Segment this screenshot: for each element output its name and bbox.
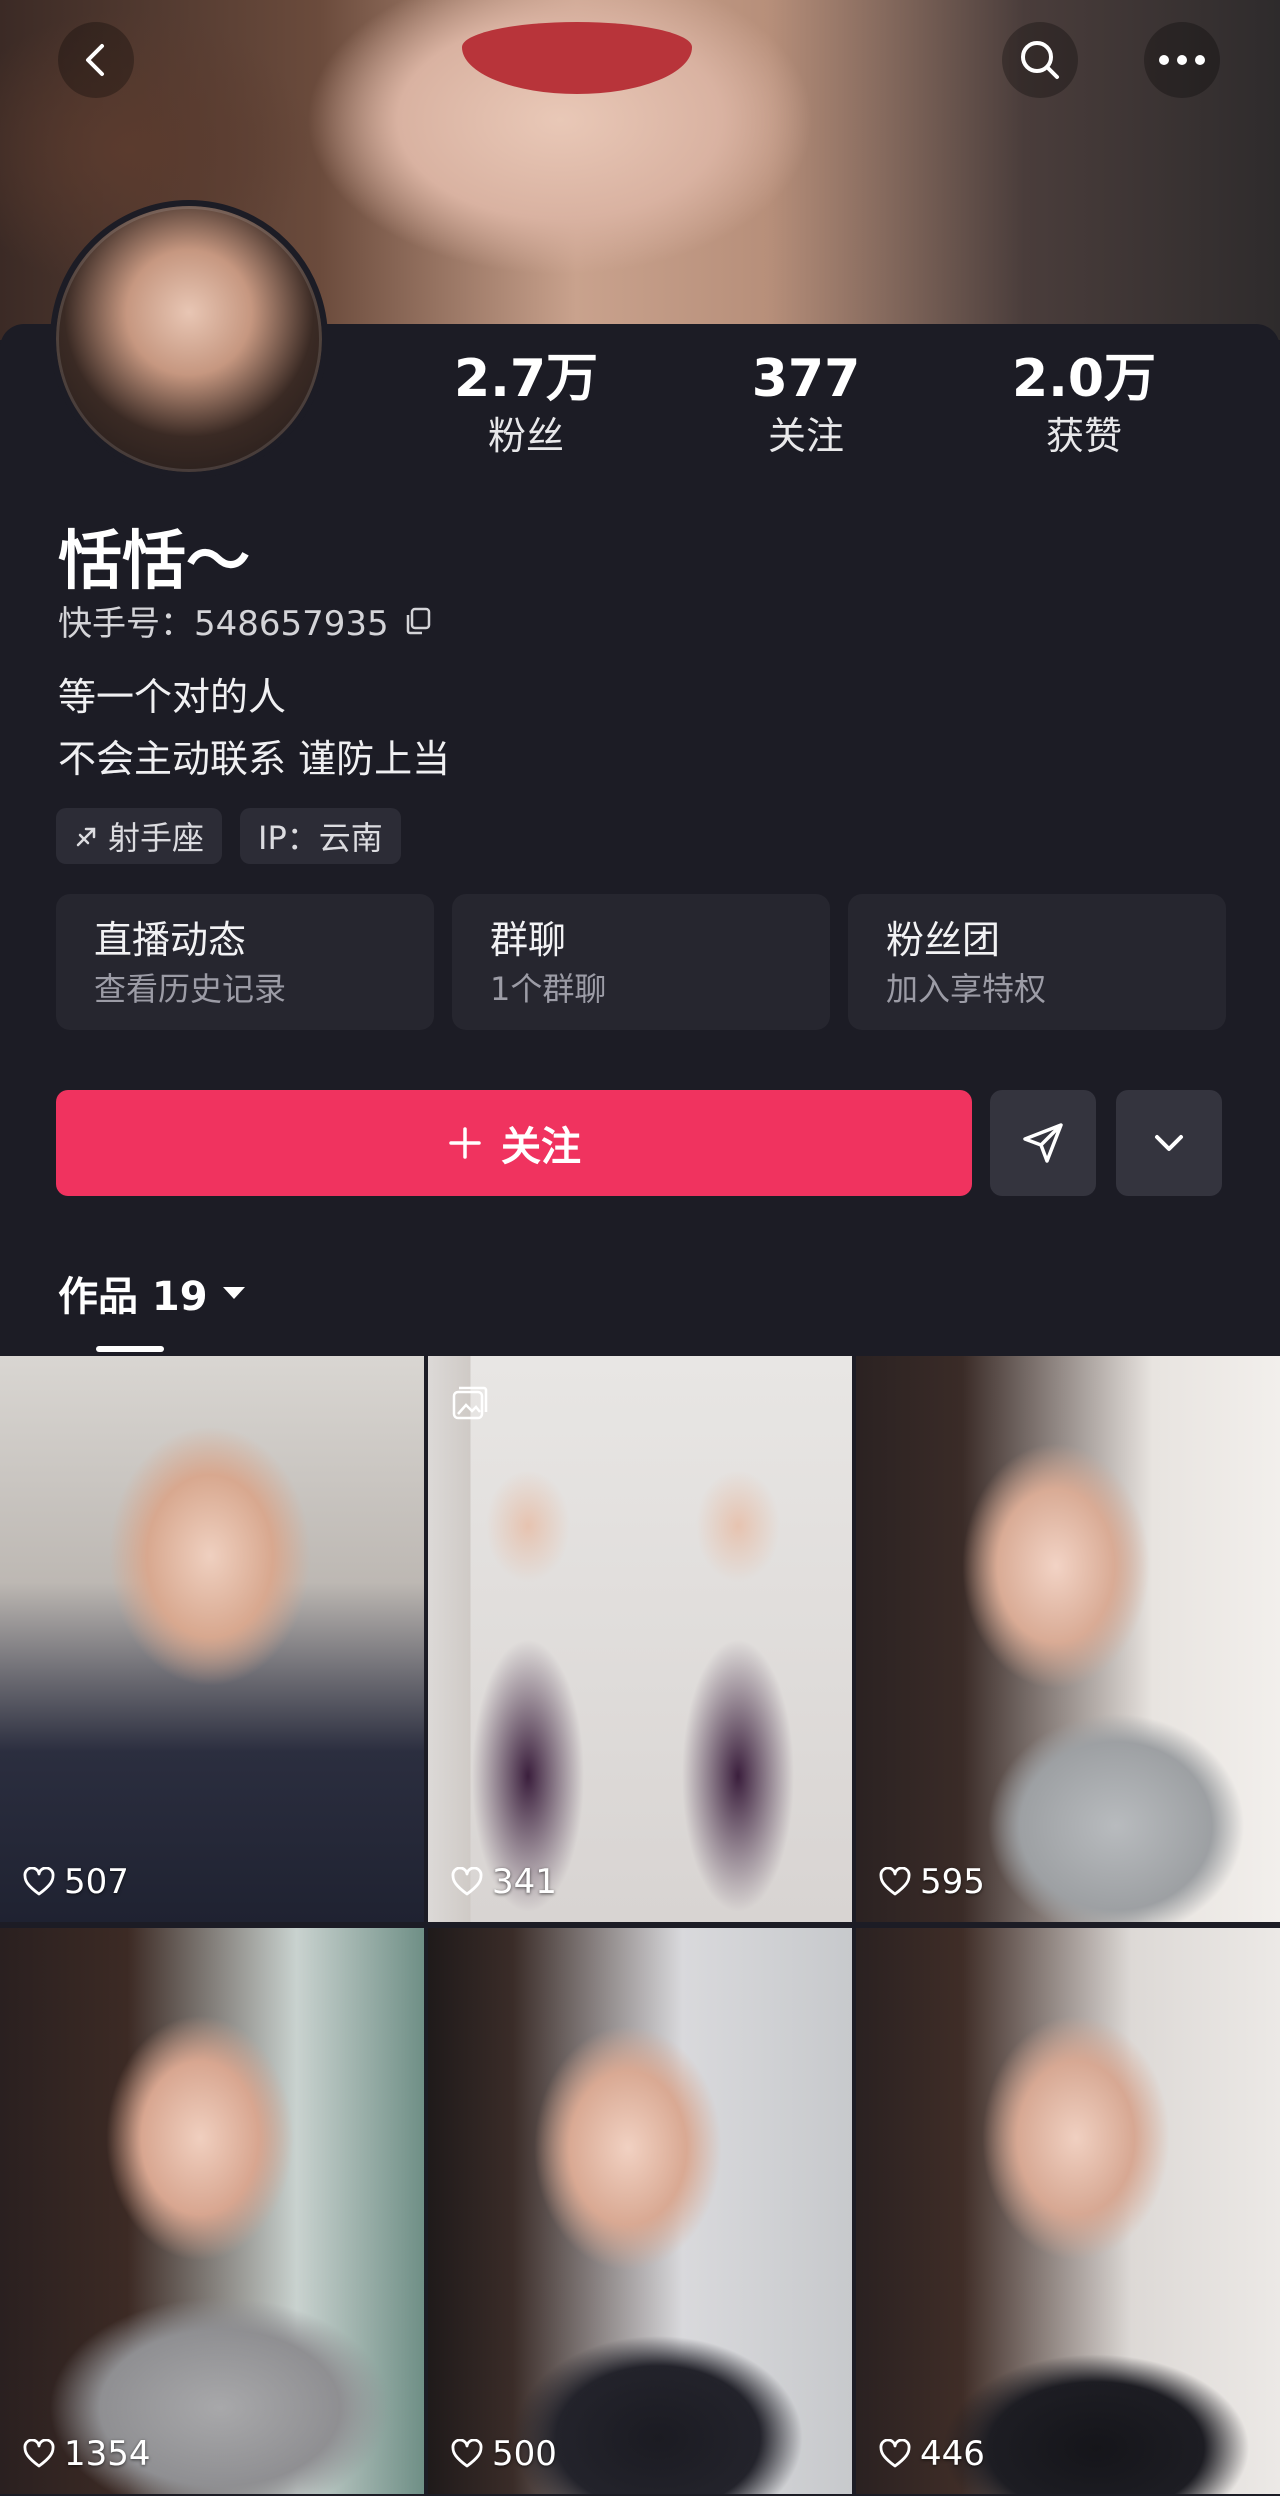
works-label: 作品 19	[58, 1274, 208, 1320]
tag-label: IP：云南	[258, 819, 383, 857]
heart-icon	[451, 2439, 483, 2468]
video-tile[interactable]: 446	[856, 1928, 1280, 2494]
bio-line: 等一个对的人	[58, 675, 287, 719]
stat-value: 377	[751, 349, 861, 409]
video-tile[interactable]: 595	[856, 1356, 1280, 1922]
send-icon	[1023, 1123, 1063, 1163]
works-tab[interactable]: 作品 19	[58, 1264, 248, 1322]
profile-name: 恬恬～	[58, 525, 250, 599]
cover-photo-detail	[462, 22, 692, 94]
video-thumbnail	[428, 1356, 852, 1922]
card-title: 直播动态	[94, 918, 247, 962]
like-count: 446	[878, 2434, 985, 2474]
video-thumbnail	[428, 1928, 852, 2494]
card-group-chat[interactable]: 群聊 1个群聊	[452, 894, 830, 1030]
like-count: 500	[450, 2434, 557, 2474]
more-button[interactable]	[1144, 22, 1220, 98]
zodiac-icon	[76, 827, 96, 847]
stat-value: 2.7万	[453, 349, 599, 409]
like-count: 341	[450, 1862, 557, 1902]
card-fan-club[interactable]: 粉丝团 加入享特权	[848, 894, 1226, 1030]
card-subtitle: 查看历史记录	[94, 970, 287, 1008]
video-tile[interactable]: 341	[428, 1356, 852, 1922]
like-count-value: 507	[64, 1862, 129, 1902]
video-tile[interactable]: 500	[428, 1928, 852, 2494]
like-count-value: 500	[492, 2434, 557, 2474]
tag-zodiac: 射手座	[56, 808, 223, 864]
stat-label: 获赞	[1045, 414, 1122, 458]
stat-likes[interactable]: 2.0万 获赞	[984, 348, 1184, 462]
gallery-icon	[452, 1386, 488, 1420]
heart-icon	[23, 2439, 55, 2468]
heart-icon	[23, 1867, 55, 1896]
heart-icon	[451, 1867, 483, 1896]
card-subtitle: 加入享特权	[886, 970, 1047, 1008]
tag-label: 射手座	[108, 819, 205, 857]
card-title: 粉丝团	[886, 918, 1001, 962]
follow-label: 关注	[501, 1124, 581, 1170]
feature-cards: 直播动态 查看历史记录 群聊 1个群聊 粉丝团 加入享特权	[56, 894, 1226, 1030]
stat-label: 粉丝	[487, 414, 564, 458]
video-thumbnail	[0, 1356, 424, 1922]
card-live-history[interactable]: 直播动态 查看历史记录	[56, 894, 434, 1030]
video-thumbnail	[0, 1928, 424, 2494]
search-icon	[1021, 41, 1059, 79]
user-id-row: 快手号：548657935	[58, 596, 433, 645]
like-count-value: 446	[920, 2434, 985, 2474]
video-tile[interactable]: 1354	[0, 1928, 424, 2494]
heart-icon	[879, 1867, 911, 1896]
like-count-value: 341	[492, 1862, 557, 1902]
video-thumbnail	[856, 1928, 1280, 2494]
caret-down-icon	[222, 1287, 245, 1299]
stat-value: 2.0万	[1011, 349, 1157, 409]
follow-button[interactable]: 关注	[56, 1090, 972, 1196]
stat-followers[interactable]: 2.7万 粉丝	[426, 348, 626, 462]
tag-ip: IP：云南	[240, 808, 401, 864]
card-subtitle: 1个群聊	[490, 970, 607, 1008]
like-count: 507	[22, 1862, 129, 1902]
heart-icon	[879, 2439, 911, 2468]
stat-following[interactable]: 377 关注	[706, 348, 906, 462]
profile-tags: 射手座 IP：云南	[56, 808, 401, 864]
chevron-down-icon	[1155, 1135, 1183, 1151]
expand-button[interactable]	[1116, 1090, 1222, 1196]
search-button[interactable]	[1002, 22, 1078, 98]
plus-icon	[449, 1127, 481, 1159]
back-arrow-icon	[86, 44, 104, 76]
like-count: 1354	[22, 2434, 151, 2474]
message-button[interactable]	[990, 1090, 1096, 1196]
more-dots-icon	[1159, 55, 1205, 65]
works-tab-indicator	[96, 1346, 164, 1352]
like-count: 595	[878, 1862, 985, 1902]
video-tile[interactable]: 507	[0, 1356, 424, 1922]
bio-line: 不会主动联系 谨防上当	[58, 737, 451, 781]
user-id-text: 快手号：548657935	[58, 604, 389, 644]
like-count-value: 595	[920, 1862, 985, 1902]
back-button[interactable]	[58, 22, 134, 98]
copy-icon[interactable]	[403, 606, 433, 636]
like-count-value: 1354	[64, 2434, 151, 2474]
video-thumbnail	[856, 1356, 1280, 1922]
stat-label: 关注	[767, 414, 844, 458]
card-title: 群聊	[490, 918, 567, 962]
avatar[interactable]	[50, 200, 328, 478]
